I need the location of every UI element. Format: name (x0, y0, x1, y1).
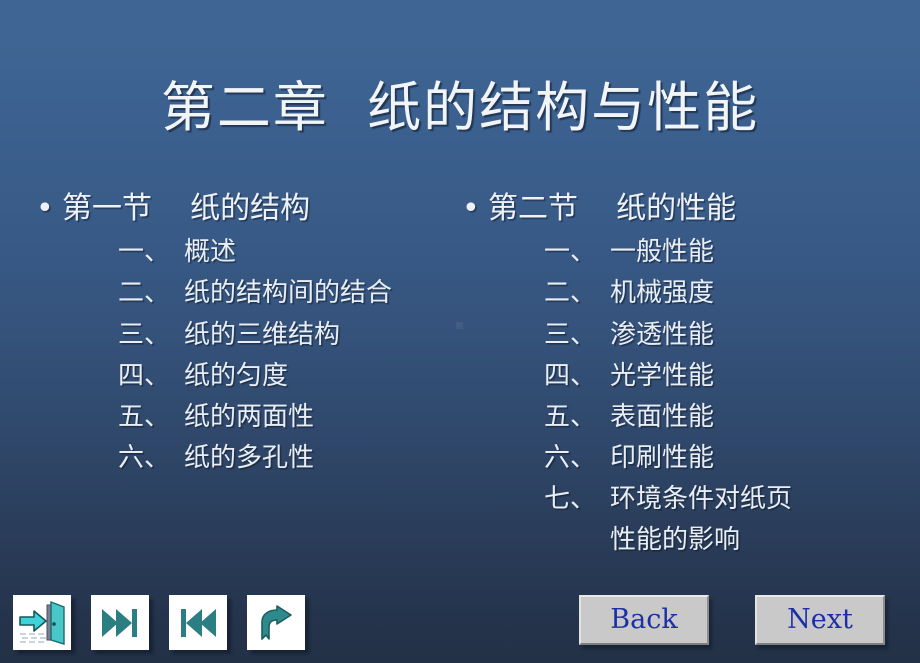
section-heading-1: • 第一节 纸的结构 (36, 190, 456, 228)
bullet-icon: • (36, 191, 54, 226)
list-item-label: 印刷性能 (610, 442, 715, 473)
list-item-number: 五、 (544, 401, 597, 432)
list-item-label: 渗透性能 (610, 319, 715, 350)
section-title-1: 第一节 纸的结构 (62, 191, 311, 226)
list-item-number: 六、 (544, 442, 597, 473)
list-item-number: 六、 (118, 442, 171, 473)
slide-action-bar (13, 595, 305, 650)
list-item: 七、 环境条件对纸页 性能的影响 (462, 479, 902, 561)
list-item-number: 五、 (118, 401, 171, 432)
section-heading-2: • 第二节 纸的性能 (462, 190, 902, 228)
next-button[interactable]: Next (755, 595, 885, 645)
section-column-right: • 第二节 纸的性能 一、 一般性能 二、 机械强度 三、 渗透性能 四、 光学… (462, 190, 902, 561)
presentation-slide: 第二章 纸的结构与性能 • 第一节 纸的结构 一、 概述 二、 纸的结构间的结合… (0, 0, 920, 663)
list-item-number: 一、 (118, 237, 171, 268)
list-item-label: 表面性能 (610, 401, 715, 432)
list-item-label: 一般性能 (610, 237, 715, 268)
subsection-list-2: 一、 一般性能 二、 机械强度 三、 渗透性能 四、 光学性能 五、 表面性能 … (462, 232, 902, 561)
return-arrow-icon[interactable] (247, 595, 305, 650)
list-item-number: 三、 (118, 319, 171, 350)
skip-backward-icon[interactable] (169, 595, 227, 650)
list-item: 四、 纸的匀度 (36, 356, 456, 397)
skip-forward-icon[interactable] (91, 595, 149, 650)
list-item: 四、 光学性能 (462, 356, 902, 397)
section-column-left: • 第一节 纸的结构 一、 概述 二、 纸的结构间的结合 三、 纸的三维结构 四… (36, 190, 456, 479)
list-item: 三、 纸的三维结构 (36, 315, 456, 356)
list-item-label: 环境条件对纸页 性能的影响 (610, 483, 793, 555)
list-item-label: 概述 (184, 237, 237, 268)
list-item-label: 纸的两面性 (184, 401, 315, 432)
list-item: 五、 表面性能 (462, 397, 902, 438)
list-item-label: 机械强度 (610, 278, 715, 309)
subsection-list-1: 一、 概述 二、 纸的结构间的结合 三、 纸的三维结构 四、 纸的匀度 五、 纸… (36, 232, 456, 478)
list-item-label: 纸的多孔性 (184, 442, 315, 473)
list-item: 一、 概述 (36, 232, 456, 273)
list-item-number: 四、 (118, 360, 171, 391)
bullet-icon: • (462, 191, 480, 226)
list-item-number: 二、 (544, 278, 597, 309)
list-item: 六、 印刷性能 (462, 438, 902, 479)
list-item: 六、 纸的多孔性 (36, 438, 456, 479)
list-item: 三、 渗透性能 (462, 315, 902, 356)
list-item-label: 纸的结构间的结合 (184, 278, 393, 309)
list-item: 二、 机械强度 (462, 273, 902, 314)
exit-icon[interactable] (13, 595, 71, 650)
navigation-bar: Back Next (579, 595, 885, 645)
list-item-number: 四、 (544, 360, 597, 391)
list-item-label: 纸的匀度 (184, 360, 289, 391)
list-item-number: 二、 (118, 278, 171, 309)
list-item-number: 一、 (544, 237, 597, 268)
list-item: 五、 纸的两面性 (36, 397, 456, 438)
section-title-2: 第二节 纸的性能 (488, 191, 737, 226)
slide-title: 第二章 纸的结构与性能 (160, 76, 760, 139)
list-item-number: 三、 (544, 319, 597, 350)
list-item: 一、 一般性能 (462, 232, 902, 273)
back-button[interactable]: Back (579, 595, 709, 645)
list-item: 二、 纸的结构间的结合 (36, 273, 456, 314)
list-item-number: 七、 (544, 483, 597, 514)
list-item-label: 纸的三维结构 (184, 319, 341, 350)
list-item-label: 光学性能 (610, 360, 715, 391)
